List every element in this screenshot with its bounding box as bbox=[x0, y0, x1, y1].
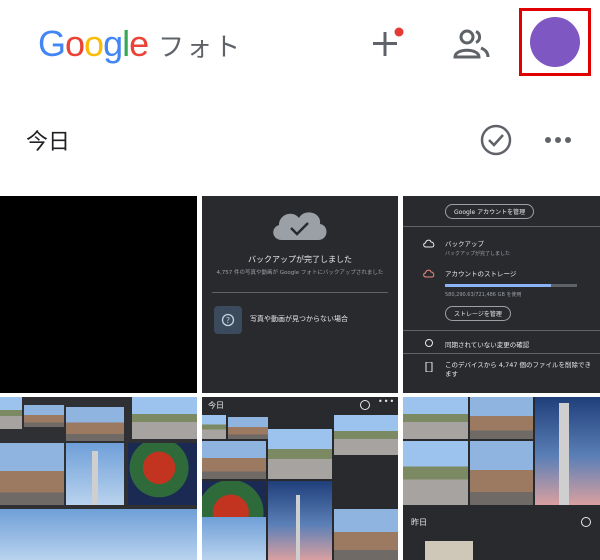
select-all-button[interactable] bbox=[478, 122, 514, 158]
thumb-photo bbox=[202, 415, 226, 439]
thumb-photo bbox=[132, 397, 197, 439]
thumb-photo bbox=[0, 443, 64, 505]
manage-storage-chip: ストレージを管理 bbox=[445, 306, 511, 321]
backup-row-title: バックアップ bbox=[445, 240, 484, 248]
thumb-photo bbox=[425, 541, 473, 560]
logo-letter-g2: g bbox=[103, 23, 123, 64]
photo-tile-collage-3[interactable]: 昨日 bbox=[403, 397, 600, 560]
mini-check-icon bbox=[581, 517, 591, 527]
tower-shape bbox=[92, 451, 98, 505]
thumb-photo bbox=[334, 509, 398, 560]
manage-account-chip: Google アカウントを管理 bbox=[445, 204, 535, 219]
divider bbox=[403, 353, 600, 354]
thumb-photo bbox=[334, 415, 398, 455]
thumb-photo bbox=[403, 441, 468, 505]
phone-icon bbox=[425, 362, 433, 372]
missing-photos-help-link: 写真や動画が見つからない場合 bbox=[250, 315, 348, 323]
storage-cloud-icon bbox=[423, 269, 435, 278]
collage-date-label: 昨日 bbox=[411, 518, 427, 527]
app-header: G o o g l e フォト bbox=[0, 0, 600, 92]
people-icon bbox=[453, 29, 490, 59]
thumb-photo bbox=[128, 443, 197, 505]
storage-row-title: アカウントのストレージ bbox=[445, 270, 517, 278]
thumb-photo bbox=[403, 397, 468, 439]
thumb-photo bbox=[268, 429, 332, 479]
photo-tile-account-menu-screenshot[interactable]: Google アカウントを管理 バックアップ バックアップが完了しました アカウ… bbox=[403, 196, 600, 393]
thumb-photo bbox=[202, 517, 266, 560]
unsynced-changes-row: 同期されていない変更の確認 bbox=[445, 341, 530, 349]
divider bbox=[212, 292, 388, 293]
logo-letter-l: l bbox=[122, 23, 130, 64]
storage-usage-bar bbox=[445, 284, 577, 287]
thumb-photo bbox=[0, 397, 22, 429]
svg-text:?: ? bbox=[226, 316, 230, 325]
date-section-header: 今日 bbox=[0, 110, 600, 170]
notification-dot-icon bbox=[394, 27, 404, 37]
photo-tile-collage-2[interactable]: 今日 ••• bbox=[202, 397, 398, 560]
mini-more-icon: ••• bbox=[378, 397, 396, 406]
logo-letter-g1: G bbox=[38, 23, 66, 64]
tower-shape bbox=[296, 495, 300, 560]
thumb-photo bbox=[66, 407, 124, 441]
help-icon: ? bbox=[214, 306, 242, 334]
storage-usage-text: 580,290.63/721,486 GB を使用 bbox=[445, 292, 522, 298]
thumb-photo bbox=[535, 397, 600, 505]
backup-complete-title: バックアップが完了しました bbox=[248, 255, 352, 264]
backup-row-subtitle: バックアップが完了しました bbox=[445, 251, 511, 257]
sharing-button[interactable] bbox=[450, 24, 494, 64]
cloud-icon bbox=[423, 239, 435, 248]
thumb-photo bbox=[228, 417, 268, 439]
avatar-highlight-frame bbox=[519, 8, 591, 76]
more-horizontal-icon bbox=[545, 137, 571, 143]
google-photos-logo: G o o g l e フォト bbox=[38, 22, 242, 66]
photo-tile-black-screenshot[interactable] bbox=[0, 196, 197, 393]
account-avatar[interactable] bbox=[530, 17, 580, 67]
divider bbox=[403, 226, 600, 227]
plus-icon bbox=[373, 27, 404, 56]
create-button[interactable] bbox=[366, 24, 406, 64]
thumb-photo bbox=[24, 405, 64, 427]
photo-grid: バックアップが完了しました 4,757 件の写真や動画が Google フォトに… bbox=[0, 196, 600, 560]
storage-usage-fill bbox=[445, 284, 551, 287]
more-options-button[interactable] bbox=[540, 122, 576, 158]
mini-check-icon bbox=[360, 400, 370, 410]
backup-status-row: バックアップ バックアップが完了しました bbox=[445, 238, 510, 257]
check-circle-icon bbox=[480, 124, 512, 156]
photo-tile-backup-screenshot[interactable]: バックアップが完了しました 4,757 件の写真や動画が Google フォトに… bbox=[202, 196, 398, 393]
thumb-photo bbox=[470, 441, 533, 505]
thumb-photo bbox=[66, 443, 124, 505]
thumb-photo bbox=[0, 509, 197, 560]
logo-letter-e: e bbox=[129, 23, 149, 64]
collage-date-label: 今日 bbox=[208, 401, 224, 410]
thumb-photo bbox=[202, 441, 266, 479]
divider bbox=[403, 330, 600, 331]
logo-letter-o1: o bbox=[65, 23, 85, 64]
cloud-done-icon bbox=[273, 212, 327, 240]
app-name: フォト bbox=[158, 33, 243, 63]
tower-shape bbox=[559, 403, 569, 505]
backup-complete-subtitle: 4,757 件の写真や動画が Google フォトにバックアップされました bbox=[216, 270, 384, 276]
thumb-photo bbox=[470, 397, 533, 439]
photo-tile-collage-1[interactable] bbox=[0, 397, 197, 560]
section-date-label: 今日 bbox=[26, 130, 71, 155]
logo-letter-o2: o bbox=[84, 23, 104, 64]
thumb-photo bbox=[268, 481, 332, 560]
sync-icon bbox=[425, 339, 433, 347]
free-up-space-row: このデバイスから 4,747 個のファイルを削除できます bbox=[445, 361, 592, 378]
